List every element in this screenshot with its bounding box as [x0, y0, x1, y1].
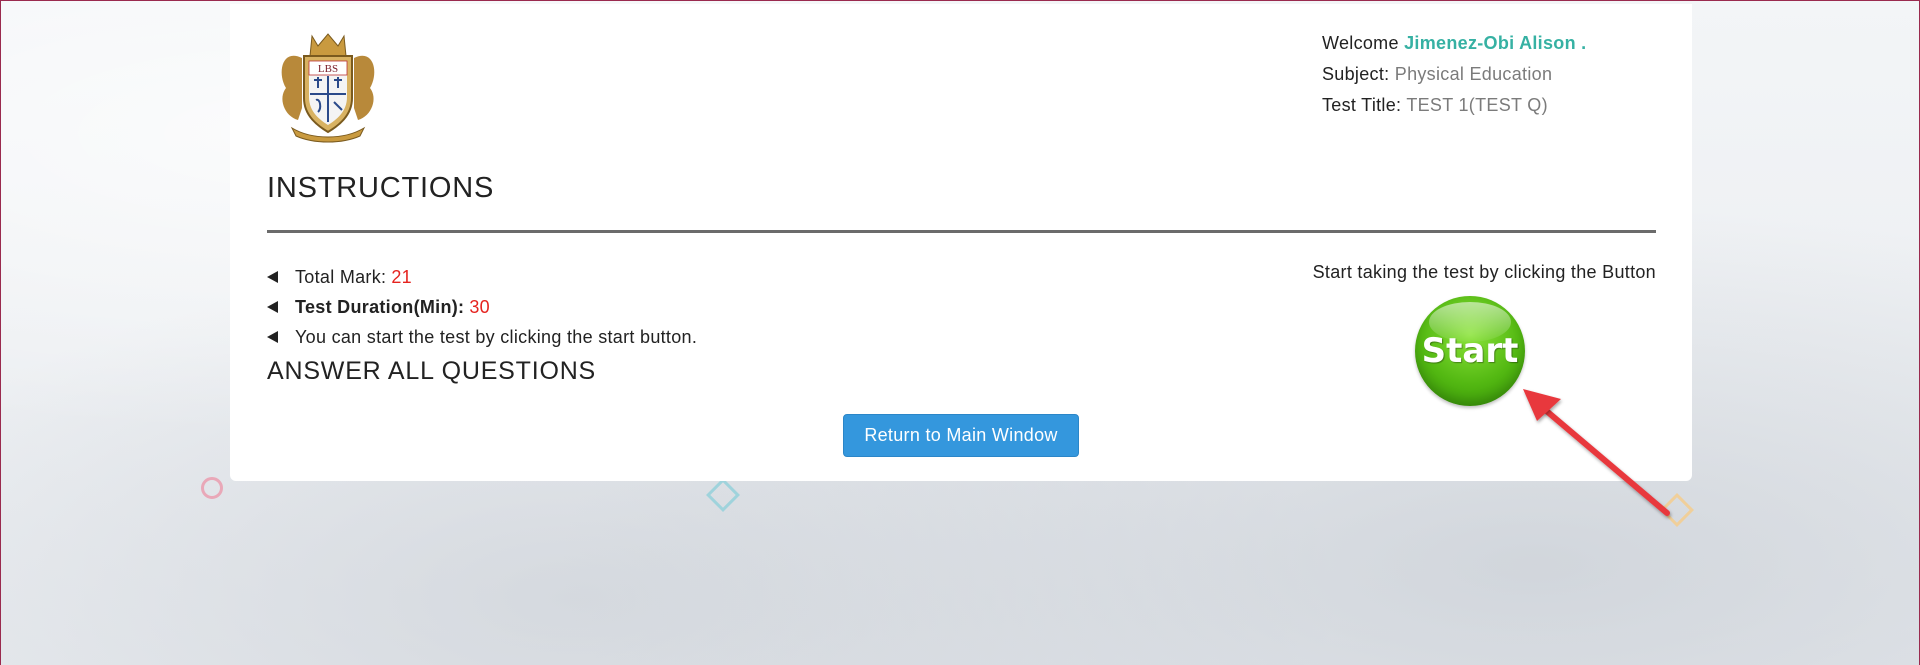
user-name: Jimenez-Obi Alison . [1404, 33, 1587, 53]
instructions-heading: INSTRUCTIONS [267, 172, 495, 204]
list-item-total-mark: Total Mark: 21 [267, 262, 697, 292]
test-title-label: Test Title: [1322, 95, 1402, 115]
bullet-triangle-icon [267, 301, 278, 313]
start-caption: Start taking the test by clicking the Bu… [1312, 262, 1656, 282]
list-item-start-note: You can start the test by clicking the s… [267, 322, 697, 352]
return-to-main-window-button[interactable]: Return to Main Window [843, 414, 1079, 457]
total-mark-value: 21 [391, 266, 412, 287]
welcome-label: Welcome [1322, 33, 1399, 53]
school-crest-logo: LBS [281, 33, 375, 143]
total-mark-label: Total Mark: [295, 266, 387, 287]
pointer-arrow-icon [1523, 389, 1670, 516]
subject-line: Subject: Physical Education [1322, 59, 1586, 90]
subject-value: Physical Education [1394, 64, 1553, 84]
decor-circle [201, 477, 223, 499]
bullet-triangle-icon [267, 331, 278, 343]
test-title-value: TEST 1(TEST Q) [1406, 95, 1548, 115]
welcome-line: Welcome Jimenez-Obi Alison . [1322, 28, 1586, 59]
duration-label: Test Duration(Min): [295, 296, 465, 317]
start-note-text: You can start the test by clicking the s… [295, 326, 698, 347]
crest-initials: LBS [318, 63, 338, 75]
test-instructions-card: LBS Welcome Jimenez-Obi Alison . Subject… [230, 4, 1692, 481]
heading-divider [267, 230, 1656, 233]
answer-all-heading: ANSWER ALL QUESTIONS [267, 357, 597, 385]
test-title-line: Test Title: TEST 1(TEST Q) [1322, 90, 1586, 121]
bullet-triangle-icon [267, 271, 278, 283]
subject-label: Subject: [1322, 64, 1390, 84]
start-button-label: Start [1421, 331, 1519, 371]
instructions-list: Total Mark: 21 Test Duration(Min): 30 Yo… [267, 262, 697, 352]
user-info: Welcome Jimenez-Obi Alison . Subject: Ph… [1322, 28, 1586, 121]
list-item-duration: Test Duration(Min): 30 [267, 292, 697, 322]
duration-value: 30 [469, 296, 490, 317]
